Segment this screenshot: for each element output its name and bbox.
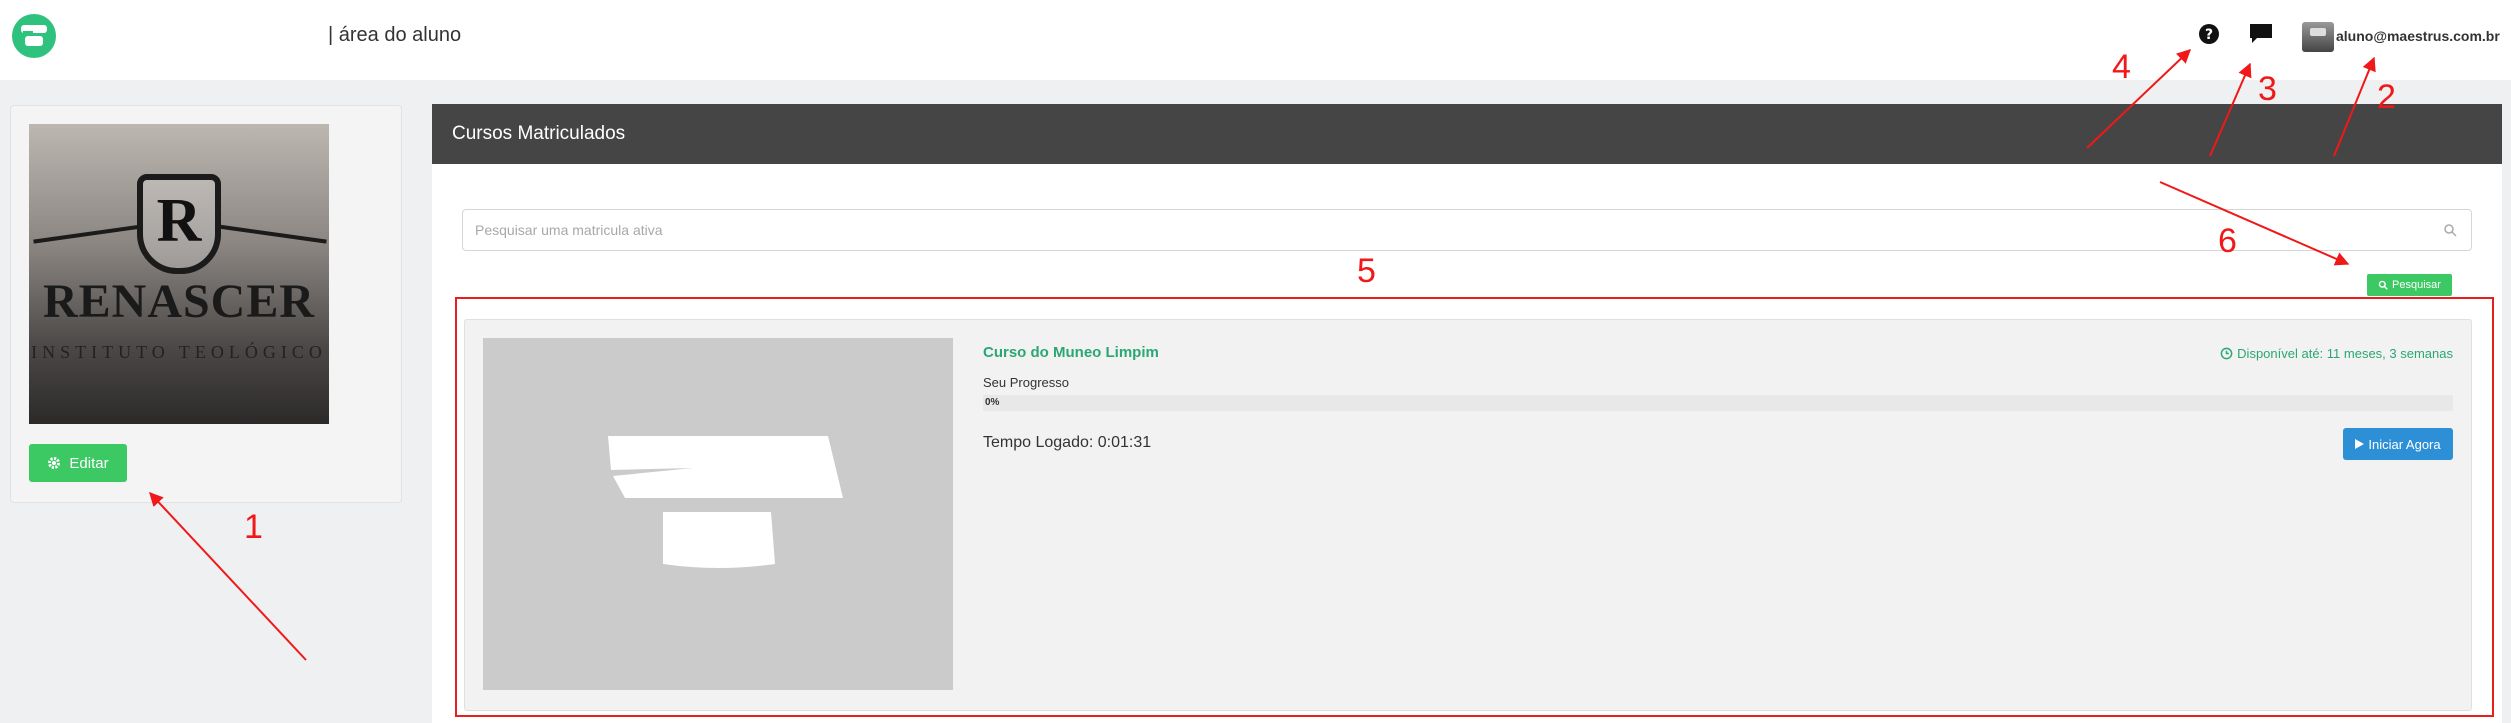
logo-wing-left [33,224,143,244]
edit-button[interactable]: Editar [29,444,127,482]
course-placeholder-icon [608,436,843,568]
search-box [462,209,2472,251]
course-card: Curso do Muneo Limpim Disponível até: 11… [464,319,2472,711]
play-icon [2355,439,2365,449]
search-icon [2444,224,2457,237]
logo-shield: R [137,174,221,274]
search-input[interactable] [463,210,2471,250]
course-thumbnail[interactable] [483,338,953,690]
start-course-button[interactable]: Iniciar Agora [2343,428,2453,460]
profile-photo: R RENASCER INSTITUTO TEOLÓGICO [29,124,329,424]
start-button-label: Iniciar Agora [2368,436,2441,452]
time-logged: Tempo Logado: 0:01:31 [983,434,1152,451]
panel-title: Cursos Matriculados [432,104,2502,164]
search-button[interactable]: Pesquisar [2367,274,2452,296]
top-navbar: | área do aluno ? aluno@maestrus.com.br [0,0,2511,80]
course-title-link[interactable]: Curso do Muneo Limpim [983,344,1159,361]
main-panel: Cursos Matriculados Pesquisar Curso do M… [432,104,2502,723]
logo-subtitle: INSTITUTO TEOLÓGICO [31,342,327,362]
availability-info: Disponível até: 11 meses, 3 semanas [2220,346,2453,361]
search-icon [2378,280,2388,290]
user-email-link[interactable]: aluno@maestrus.com.br [2336,28,2500,44]
search-button-label: Pesquisar [2392,279,2441,291]
area-title: | área do aluno [328,24,462,46]
gear-icon [48,457,61,469]
edit-button-label: Editar [69,454,109,472]
logo-icon [21,25,47,46]
user-avatar[interactable] [2302,22,2334,52]
annotation-arrow-1 [149,491,307,661]
app-logo[interactable] [12,14,56,58]
clock-icon [2220,347,2233,360]
progress-label: Seu Progresso [983,375,1069,390]
progress-bar: 0% [983,395,2453,411]
logo-wing-right [217,224,327,244]
help-icon[interactable]: ? [2197,22,2221,46]
logo-name: RENASCER [42,275,316,328]
annotation-label-1: 1 [244,508,263,546]
profile-panel: R RENASCER INSTITUTO TEOLÓGICO Editar [10,105,402,503]
chat-icon[interactable] [2248,22,2274,46]
progress-text: 0% [985,397,1000,408]
availability-text: Disponível até: 11 meses, 3 semanas [2237,346,2453,361]
svg-text:?: ? [2205,27,2213,43]
